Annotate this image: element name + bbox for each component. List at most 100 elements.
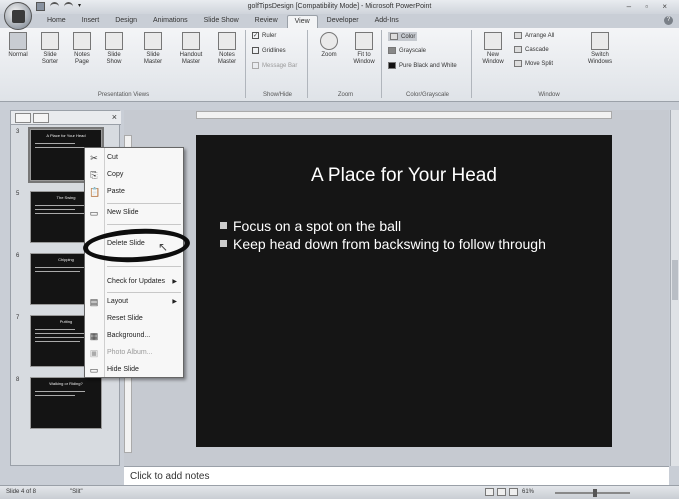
- notes-page-icon: [73, 32, 91, 50]
- bullet-square-icon: [220, 222, 227, 229]
- bullet-item: Keep head down from backswing to follow …: [220, 235, 600, 253]
- checkbox-checked-icon: ✓: [252, 32, 259, 39]
- menu-item-paste[interactable]: 📋 Paste: [85, 185, 183, 199]
- photo-album-icon: ▣: [89, 348, 99, 358]
- window-title: golfTipsDesign [Compatibility Mode] - Mi…: [247, 3, 432, 10]
- normal-view-icon: [9, 32, 27, 50]
- notes-page-button[interactable]: Notes Page: [68, 32, 96, 66]
- notes-pane[interactable]: Click to add notes: [124, 466, 669, 485]
- menu-item-photo-album[interactable]: ▣ Photo Album...: [85, 346, 183, 360]
- menu-item-hide-slide[interactable]: ▭ Hide Slide: [85, 363, 183, 377]
- handout-master-button[interactable]: Handout Master: [174, 32, 208, 66]
- scrollbar-thumb[interactable]: [672, 260, 678, 300]
- slide-show-button[interactable]: Slide Show: [100, 32, 128, 66]
- close-icon[interactable]: ×: [112, 112, 117, 122]
- menu-item-reset-slide[interactable]: Reset Slide: [85, 312, 183, 326]
- slide-master-button[interactable]: Slide Master: [138, 32, 168, 66]
- menu-item-background[interactable]: ▦ Background...: [85, 329, 183, 343]
- tab-review[interactable]: Review: [248, 15, 285, 28]
- slide-bullets[interactable]: Focus on a spot on the ball Keep head do…: [220, 217, 600, 253]
- message-bar-checkbox[interactable]: Message Bar: [252, 62, 297, 69]
- slide-show-icon[interactable]: [509, 488, 518, 496]
- menu-separator: [107, 266, 181, 267]
- switch-windows-icon: [591, 32, 609, 50]
- tab-home[interactable]: Home: [40, 15, 73, 28]
- menu-item-copy[interactable]: ⎘ Copy: [85, 168, 183, 182]
- scissors-icon: ✂: [90, 153, 98, 163]
- slide-sorter-button[interactable]: Slide Sorter: [36, 32, 64, 66]
- tab-design[interactable]: Design: [108, 15, 144, 28]
- zoom-button[interactable]: Zoom: [314, 32, 344, 59]
- submenu-arrow-icon: ▶: [172, 279, 177, 285]
- vertical-scrollbar[interactable]: [670, 110, 679, 466]
- arrange-all-button[interactable]: Arrange All: [514, 32, 554, 39]
- tab-developer[interactable]: Developer: [320, 15, 366, 28]
- group-color-grayscale: Color Grayscale Pure Black and White Col…: [384, 30, 472, 98]
- horizontal-ruler: [196, 111, 612, 119]
- context-menu: ✂ Cut ⎘ Copy 📋 Paste ▭ New Slide Delete …: [84, 147, 184, 378]
- thumbnail-number: 6: [16, 253, 20, 259]
- grayscale-button[interactable]: Grayscale: [388, 47, 426, 54]
- slide-master-icon: [144, 32, 162, 50]
- menu-item-cut[interactable]: ✂ Cut: [85, 151, 183, 165]
- switch-windows-button[interactable]: Switch Windows: [582, 32, 618, 66]
- menu-separator: [107, 224, 181, 225]
- status-bar: Slide 4 of 8 "Slit" 61%: [0, 485, 679, 499]
- move-split-button[interactable]: Move Split: [514, 60, 553, 67]
- checkbox-icon: [252, 47, 259, 54]
- group-presentation-views: Normal Slide Sorter Notes Page Slide Sho…: [2, 30, 246, 98]
- outline-tab[interactable]: [33, 113, 49, 123]
- notes-master-button[interactable]: Notes Master: [212, 32, 242, 66]
- slide-show-icon: [105, 32, 123, 50]
- group-show-hide: ✓ Ruler Gridlines Message Bar Show/Hide: [248, 30, 308, 98]
- layout-icon: ▤: [89, 297, 99, 307]
- office-logo-icon: [12, 10, 25, 23]
- handout-master-icon: [182, 32, 200, 50]
- menu-item-layout[interactable]: ▤ Layout ▶: [85, 295, 183, 309]
- tab-insert[interactable]: Insert: [75, 15, 107, 28]
- fit-to-window-icon: [355, 32, 373, 50]
- normal-view-icon[interactable]: [485, 488, 494, 496]
- fit-to-window-button[interactable]: Fit to Window: [348, 32, 380, 66]
- ribbon-tabs: Home Insert Design Animations Slide Show…: [40, 15, 406, 28]
- slides-tab[interactable]: [15, 113, 31, 123]
- ruler-checkbox[interactable]: ✓ Ruler: [252, 32, 276, 39]
- menu-item-check-for-updates[interactable]: Check for Updates ▶: [85, 275, 183, 289]
- slide-sorter-icon: [41, 32, 59, 50]
- slide-title[interactable]: A Place for Your Head: [196, 165, 612, 187]
- thumbnail-number: 7: [16, 315, 20, 321]
- slide-thumbnail[interactable]: Walking or Riding?: [30, 377, 102, 429]
- magnifier-icon: [320, 32, 338, 50]
- gridlines-checkbox[interactable]: Gridlines: [252, 47, 286, 54]
- group-zoom: Zoom Fit to Window Zoom: [310, 30, 382, 98]
- new-window-button[interactable]: New Window: [478, 32, 508, 66]
- window-controls[interactable]: – ▫ ×: [627, 2, 673, 11]
- slide-sorter-icon[interactable]: [497, 488, 506, 496]
- tab-view[interactable]: View: [286, 15, 318, 28]
- menu-separator: [107, 292, 181, 293]
- help-icon[interactable]: ?: [664, 16, 673, 25]
- theme-name: "Slit": [70, 489, 83, 495]
- ribbon: Normal Slide Sorter Notes Page Slide Sho…: [0, 28, 679, 102]
- slide-canvas[interactable]: A Place for Your Head Focus on a spot on…: [196, 135, 612, 447]
- color-button[interactable]: Color: [388, 32, 418, 41]
- tab-add-ins[interactable]: Add-Ins: [368, 15, 406, 28]
- color-swatch-icon: [390, 33, 398, 40]
- mouse-cursor-icon: ↖: [158, 240, 169, 254]
- reset-slide-icon: [89, 314, 99, 324]
- tab-slide-show[interactable]: Slide Show: [197, 15, 246, 28]
- office-button[interactable]: [4, 2, 32, 30]
- paste-icon: 📋: [89, 187, 101, 197]
- zoom-level[interactable]: 61%: [522, 489, 534, 495]
- hide-slide-icon: ▭: [89, 365, 99, 375]
- menu-item-new-slide[interactable]: ▭ New Slide: [85, 206, 183, 220]
- zoom-slider-handle[interactable]: [593, 489, 597, 497]
- cascade-button[interactable]: Cascade: [514, 46, 549, 53]
- bullet-item: Focus on a spot on the ball: [220, 217, 600, 235]
- normal-view-button[interactable]: Normal: [4, 32, 32, 59]
- tab-animations[interactable]: Animations: [146, 15, 195, 28]
- grayscale-swatch-icon: [388, 47, 396, 54]
- pure-black-white-button[interactable]: Pure Black and White: [388, 62, 457, 69]
- move-split-icon: [514, 60, 522, 67]
- arrange-all-icon: [514, 32, 522, 39]
